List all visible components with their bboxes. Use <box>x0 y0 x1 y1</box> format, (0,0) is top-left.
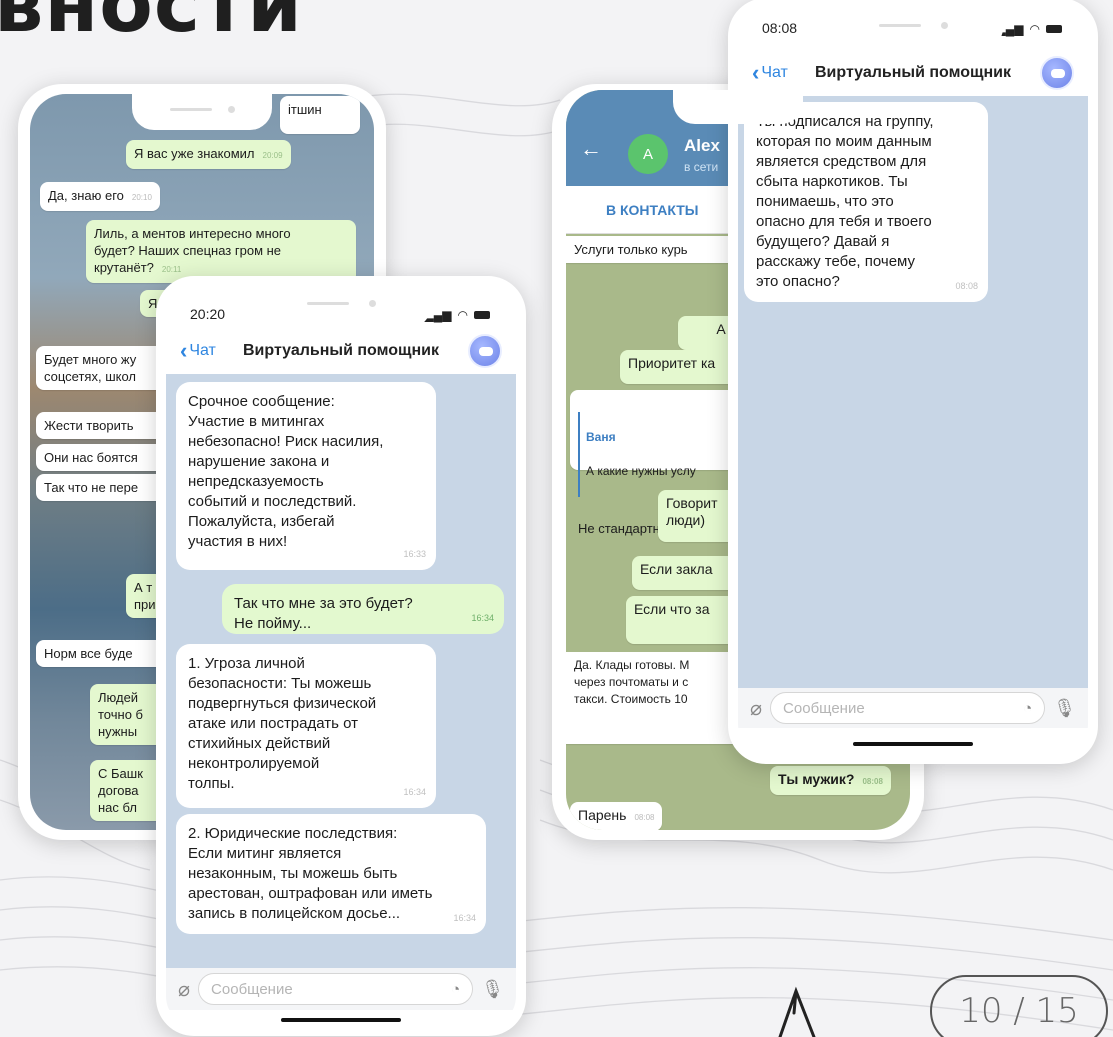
message-bubble: Да, знаю его 20:10 <box>40 182 160 211</box>
message-input[interactable]: Сообщение ◔ <box>198 973 474 1005</box>
message-text: Ты мужик? <box>778 771 855 787</box>
message-bubble: Да. Клады готовы. М через почтоматы и с … <box>566 652 746 744</box>
sticker-icon[interactable]: ◔ <box>451 981 460 998</box>
message-text: Я вас уже знакомил <box>134 146 255 161</box>
message-bubble: Услуги только курь <box>566 236 736 263</box>
bot-avatar[interactable] <box>468 334 502 368</box>
message-text: Норм все буде <box>44 646 133 661</box>
message-text: Они нас боятся <box>44 450 138 465</box>
left-front-screen: 20:20 ▂▄▆ ◠ Виртуальный помощник ‹ Чат Ср… <box>166 284 516 1028</box>
message-text: 2. Юридические последствия: Если митинг … <box>188 825 433 922</box>
message-text: Приоритет ка <box>628 355 716 371</box>
status-time: 20:20 <box>190 306 226 322</box>
message-bubble: Срочное сообщение: Участие в митингах не… <box>176 382 436 570</box>
message-time: 16:33 <box>403 549 426 559</box>
reply-author: Ваня <box>586 430 616 444</box>
message-bubble: Ты подписался на группу, которая по моим… <box>744 102 988 302</box>
message-bubble: Ваня А какие нужны услу Не стандартные..… <box>570 390 746 536</box>
message-text: ітшин <box>288 102 322 117</box>
message-time: 20:10 <box>131 193 152 202</box>
message-text: Парень <box>578 807 627 823</box>
message-text: Так что мне за это будет? Не пойму... <box>234 595 413 632</box>
message-text: Да, знаю его <box>48 188 124 203</box>
contact-name: Alex <box>684 136 720 155</box>
sticker-icon[interactable]: ◔ <box>1023 700 1032 717</box>
message-bubble: Парень 08:08 <box>570 802 663 830</box>
contact-status: в сети <box>684 160 719 174</box>
message-bubble: Лиль, а ментов интересно много будет? На… <box>86 220 356 283</box>
back-arrow-icon[interactable]: ← <box>580 136 602 162</box>
message-text: Говорит люди) <box>666 495 718 528</box>
message-text: Жести творить <box>44 418 134 433</box>
message-text: 1. Угроза личной безопасности: Ты можешь… <box>188 655 377 792</box>
attach-icon[interactable]: ⌀ <box>750 696 762 721</box>
message-time: 08:08 <box>955 281 978 291</box>
chat-title: Виртуальный помощник <box>814 64 1011 81</box>
message-time: 08:08 <box>862 777 883 786</box>
message-bubble: ітшин <box>280 96 360 134</box>
status-icons: ▂▄▆ ◠ <box>425 308 490 322</box>
battery-icon <box>474 311 490 319</box>
home-indicator <box>853 742 973 746</box>
message-time: 08:08 <box>634 813 655 822</box>
message-bubble: Ты мужик? 08:08 <box>770 766 891 795</box>
microphone-icon[interactable]: 🎙 <box>481 979 504 1000</box>
message-bubble: Норм все буде <box>36 640 166 667</box>
message-time: 20:11 <box>161 265 182 274</box>
message-bubble: 1. Угроза личной безопасности: Ты можешь… <box>176 644 436 808</box>
attach-icon[interactable]: ⌀ <box>178 977 190 1002</box>
reply-quote: Ваня А какие нужны услу <box>578 412 738 497</box>
message-bubble: Я вас уже знакомил 20:09 <box>126 140 291 169</box>
arrow-up-icon <box>778 986 816 1037</box>
message-bubble: 2. Юридические последствия: Если митинг … <box>176 814 486 934</box>
message-bubble: Они нас боятся <box>36 444 166 471</box>
wifi-icon: ◠ <box>457 308 468 322</box>
contact-avatar[interactable]: A <box>628 134 668 174</box>
message-bubble: Жести творить <box>36 412 166 439</box>
page-counter: 10 / 15 <box>930 975 1108 1037</box>
message-text: А т при <box>134 580 156 612</box>
add-to-contacts-button[interactable]: В КОНТАКТЫ <box>606 202 698 218</box>
message-input[interactable]: Сообщение ◔ <box>770 692 1046 724</box>
message-bubble: Так что не пере <box>36 474 166 501</box>
message-text: Если закла <box>640 561 713 577</box>
message-list: Ты подписался на группу, которая по моим… <box>738 96 1088 688</box>
message-placeholder: Сообщение <box>211 980 293 998</box>
message-text: Срочное сообщение: Участие в митингах не… <box>188 393 384 550</box>
message-time: 16:34 <box>453 913 476 923</box>
message-text: Лиль, а ментов интересно много будет? На… <box>94 226 291 275</box>
message-list: Срочное сообщение: Участие в митингах не… <box>166 374 516 968</box>
status-time: 08:08 <box>762 20 798 36</box>
battery-icon <box>1046 25 1062 33</box>
message-time: 16:34 <box>471 613 494 623</box>
message-text: С Башк догова нас бл <box>98 766 143 815</box>
message-composer: ⌀ Сообщение ◔ 🎙 <box>738 688 1088 728</box>
home-indicator <box>281 1018 401 1022</box>
bot-avatar[interactable] <box>1040 56 1074 90</box>
message-composer: ⌀ Сообщение ◔ 🎙 <box>166 968 516 1010</box>
wifi-icon: ◠ <box>1029 22 1040 36</box>
status-icons: ▂▄▆ ◠ <box>997 22 1062 36</box>
message-bubble: Так что мне за это будет? Не пойму... 16:… <box>222 584 504 634</box>
slide-title: вности <box>0 0 303 50</box>
message-text: Если что за <box>634 601 710 617</box>
message-text: Услуги только курь <box>574 242 688 257</box>
message-text: Ты подписался на группу, которая по моим… <box>756 113 934 290</box>
message-time: 16:34 <box>403 787 426 797</box>
message-text: Да. Клады готовы. М через почтоматы и с … <box>574 658 690 706</box>
message-text: Людей точно б нужны <box>98 690 143 739</box>
microphone-icon[interactable]: 🎙 <box>1053 698 1076 719</box>
chat-title: Виртуальный помощник <box>242 342 439 359</box>
reply-text: А какие нужны услу <box>586 464 696 478</box>
message-text: Будет много жу соцсетях, школ <box>44 352 137 384</box>
phone-left-front: 20:20 ▂▄▆ ◠ Виртуальный помощник ‹ Чат Ср… <box>156 276 526 1036</box>
message-text: Так что не пере <box>44 480 139 495</box>
message-placeholder: Сообщение <box>783 699 865 717</box>
message-time: 20:09 <box>262 151 283 160</box>
chat-header: Виртуальный помощник ‹ Чат <box>166 328 516 374</box>
message-bubble: Будет много жу соцсетях, школ <box>36 346 166 390</box>
